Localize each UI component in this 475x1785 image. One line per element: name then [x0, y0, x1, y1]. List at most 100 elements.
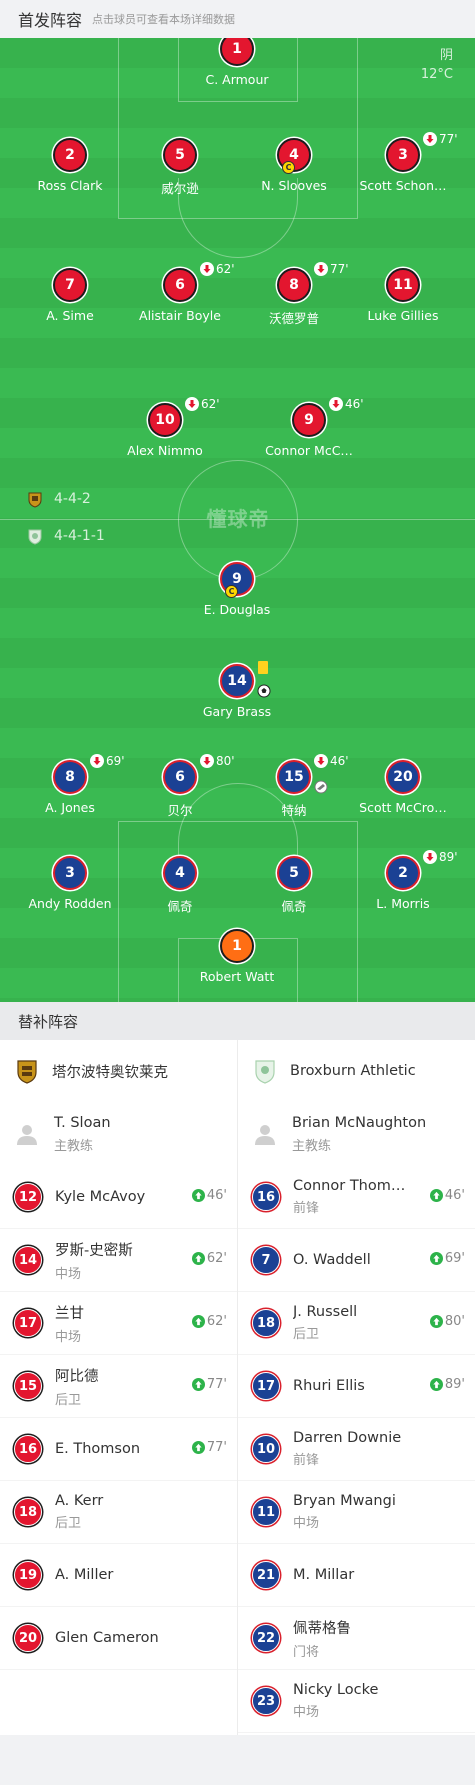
away-player-3[interactable]: 3 Andy Rodden [10, 856, 130, 911]
home-player-11[interactable]: 11 Luke Gillies [343, 268, 463, 323]
lineup-header: 首发阵容 点击球员可查看本场详细数据 [0, 0, 475, 38]
away-player-6[interactable]: 6 80' 贝尔 [120, 754, 240, 819]
sub-minute: 62' [201, 397, 220, 411]
away-sub-row[interactable]: 22 佩蒂格鲁 门将 [238, 1607, 475, 1670]
home-coach-name: T. Sloan [54, 1114, 111, 1131]
away-player-14[interactable]: 14 Gary Brass [177, 661, 297, 719]
home-player-3[interactable]: 3 77' Scott Schon… [343, 132, 463, 193]
home-sub-row[interactable]: 17 兰甘 中场 62' [0, 1292, 237, 1355]
home-sub-row[interactable]: 14 罗斯-史密斯 中场 62' [0, 1229, 237, 1292]
sub-on-minute-text: 46' [206, 1188, 227, 1203]
sub-on-minute-text: 89' [444, 1377, 465, 1392]
sub-on-minute: 46' [429, 1188, 465, 1203]
sub-name: Bryan Mwangi [293, 1493, 396, 1509]
sub-off-icon [90, 754, 104, 768]
home-player-7[interactable]: 7 A. Sime [10, 268, 130, 323]
home-team-logo-icon [17, 1060, 37, 1084]
away-player-1[interactable]: 1 Robert Watt [177, 929, 297, 984]
home-sub-row[interactable]: 18 A. Kerr 后卫 [0, 1481, 237, 1544]
home-player-4[interactable]: 4 C N. Slooves [234, 138, 354, 193]
home-player-1[interactable]: 1 C. Armour [177, 38, 297, 87]
sub-on-minute: 77' [191, 1440, 227, 1455]
sub-on-minute-text: 46' [444, 1188, 465, 1203]
away-player-9[interactable]: 9 C E. Douglas [177, 562, 297, 617]
player-number: 14 [220, 664, 254, 698]
home-sub-row[interactable]: 20 Glen Cameron [0, 1607, 237, 1670]
sub-name: Connor Thom… [293, 1178, 406, 1194]
home-sub-row[interactable]: 12 Kyle McAvoy 46' [0, 1166, 237, 1229]
lineup-hint: 点击球员可查看本场详细数据 [92, 13, 236, 26]
home-player-9[interactable]: 9 46' Connor McC… [249, 397, 369, 458]
sub-on-icon [429, 1378, 443, 1391]
player-name: Ross Clark [37, 178, 103, 193]
away-sub-row[interactable]: 10 Darren Downie 前锋 [238, 1418, 475, 1481]
away-sub-row[interactable]: 23 Nicky Locke 中场 [238, 1670, 475, 1733]
away-sub-row[interactable]: 17 Rhuri Ellis 89' [238, 1355, 475, 1418]
subs-panel: 塔尔波特奥钦莱克 T. Sloan 主教练 12 Kyle McAvoy 46' 14… [0, 1040, 475, 1735]
away-player-4[interactable]: 4 佩奇 [120, 856, 240, 915]
away-player-8[interactable]: 8 69' A. Jones [10, 754, 130, 815]
home-player-8[interactable]: 8 77' 沃德罗普 [234, 262, 354, 327]
home-coach-row[interactable]: T. Sloan 主教练 [0, 1102, 237, 1166]
away-player-15[interactable]: 15 46' 特纳 [234, 754, 354, 819]
home-player-2[interactable]: 2 Ross Clark [10, 138, 130, 193]
away-sub-row[interactable]: 7 O. Waddell 69' [238, 1229, 475, 1292]
captain-icon: C [282, 161, 295, 174]
sub-minute: 80' [216, 754, 235, 768]
sub-name: Glen Cameron [55, 1630, 159, 1646]
away-sub-row[interactable]: 21 M. Millar [238, 1544, 475, 1607]
home-sub-row[interactable]: 19 A. Miller [0, 1544, 237, 1607]
player-name: Andy Rodden [28, 896, 112, 911]
away-team-crest-icon [28, 529, 42, 545]
lineup-title: 首发阵容 [18, 11, 83, 30]
sub-on-minute-text: 62' [206, 1251, 227, 1266]
away-player-20[interactable]: 20 Scott McCro… [343, 760, 463, 815]
subs-header: 替补阵容 [0, 1002, 475, 1040]
pitch: 懂球帝 阴 12°C 4-4-2 4-4-1-1 1 C. Armour 2 Ross… [0, 38, 475, 1002]
home-player-5[interactable]: 5 威尔逊 [120, 138, 240, 197]
away-player-2[interactable]: 2 89' L. Morris [343, 850, 463, 911]
player-name: Robert Watt [199, 969, 275, 984]
away-sub-row[interactable]: 11 Bryan Mwangi 中场 [238, 1481, 475, 1544]
sub-number: 11 [252, 1498, 280, 1526]
player-number: 6 [163, 760, 197, 794]
player-number: 8 [53, 760, 87, 794]
sub-badge: 89' [423, 850, 458, 864]
sub-name: Rhuri Ellis [293, 1378, 365, 1394]
away-player-5[interactable]: 5 佩奇 [234, 856, 354, 915]
sub-badge: 80' [200, 754, 235, 768]
home-formation: 4-4-2 [26, 490, 91, 508]
away-sub-row[interactable]: 18 J. Russell 后卫 80' [238, 1292, 475, 1355]
player-number: 1 [220, 929, 254, 963]
home-team-name: 塔尔波特奥钦莱克 [52, 1064, 168, 1081]
player-name: Gary Brass [202, 704, 272, 719]
captain-icon: C [225, 585, 238, 598]
player-name: 佩奇 [167, 899, 193, 914]
sub-off-icon [329, 397, 343, 411]
home-sub-row[interactable]: 16 E. Thomson 77' [0, 1418, 237, 1481]
sub-number: 15 [14, 1372, 42, 1400]
home-team-row[interactable]: 塔尔波特奥钦莱克 [0, 1040, 237, 1102]
sub-position: 中场 [293, 1705, 320, 1720]
away-team-row[interactable]: Broxburn Athletic [238, 1040, 475, 1102]
sub-name: M. Millar [293, 1567, 355, 1583]
sub-number: 14 [14, 1246, 42, 1274]
home-sub-row[interactable]: 15 阿比德 后卫 77' [0, 1355, 237, 1418]
home-player-6[interactable]: 6 62' Alistair Boyle [120, 262, 240, 323]
sub-number: 20 [14, 1624, 42, 1652]
sub-minute: 89' [439, 850, 458, 864]
player-number: 10 [148, 403, 182, 437]
sub-number: 7 [252, 1246, 280, 1274]
player-name: 佩奇 [281, 899, 307, 914]
coach-avatar-icon [255, 1125, 275, 1145]
sub-position: 门将 [293, 1644, 320, 1660]
player-name: A. Jones [45, 800, 95, 815]
sub-badge: 77' [423, 132, 458, 146]
sub-on-icon [429, 1189, 443, 1202]
away-sub-row[interactable]: 16 Connor Thom… 前锋 46' [238, 1166, 475, 1229]
sub-number: 22 [252, 1624, 280, 1652]
sub-off-icon [314, 754, 328, 768]
home-player-10[interactable]: 10 62' Alex Nimmo [105, 397, 225, 458]
away-coach-row[interactable]: Brian McNaughton 主教练 [238, 1102, 475, 1166]
player-name: Alistair Boyle [139, 308, 221, 323]
